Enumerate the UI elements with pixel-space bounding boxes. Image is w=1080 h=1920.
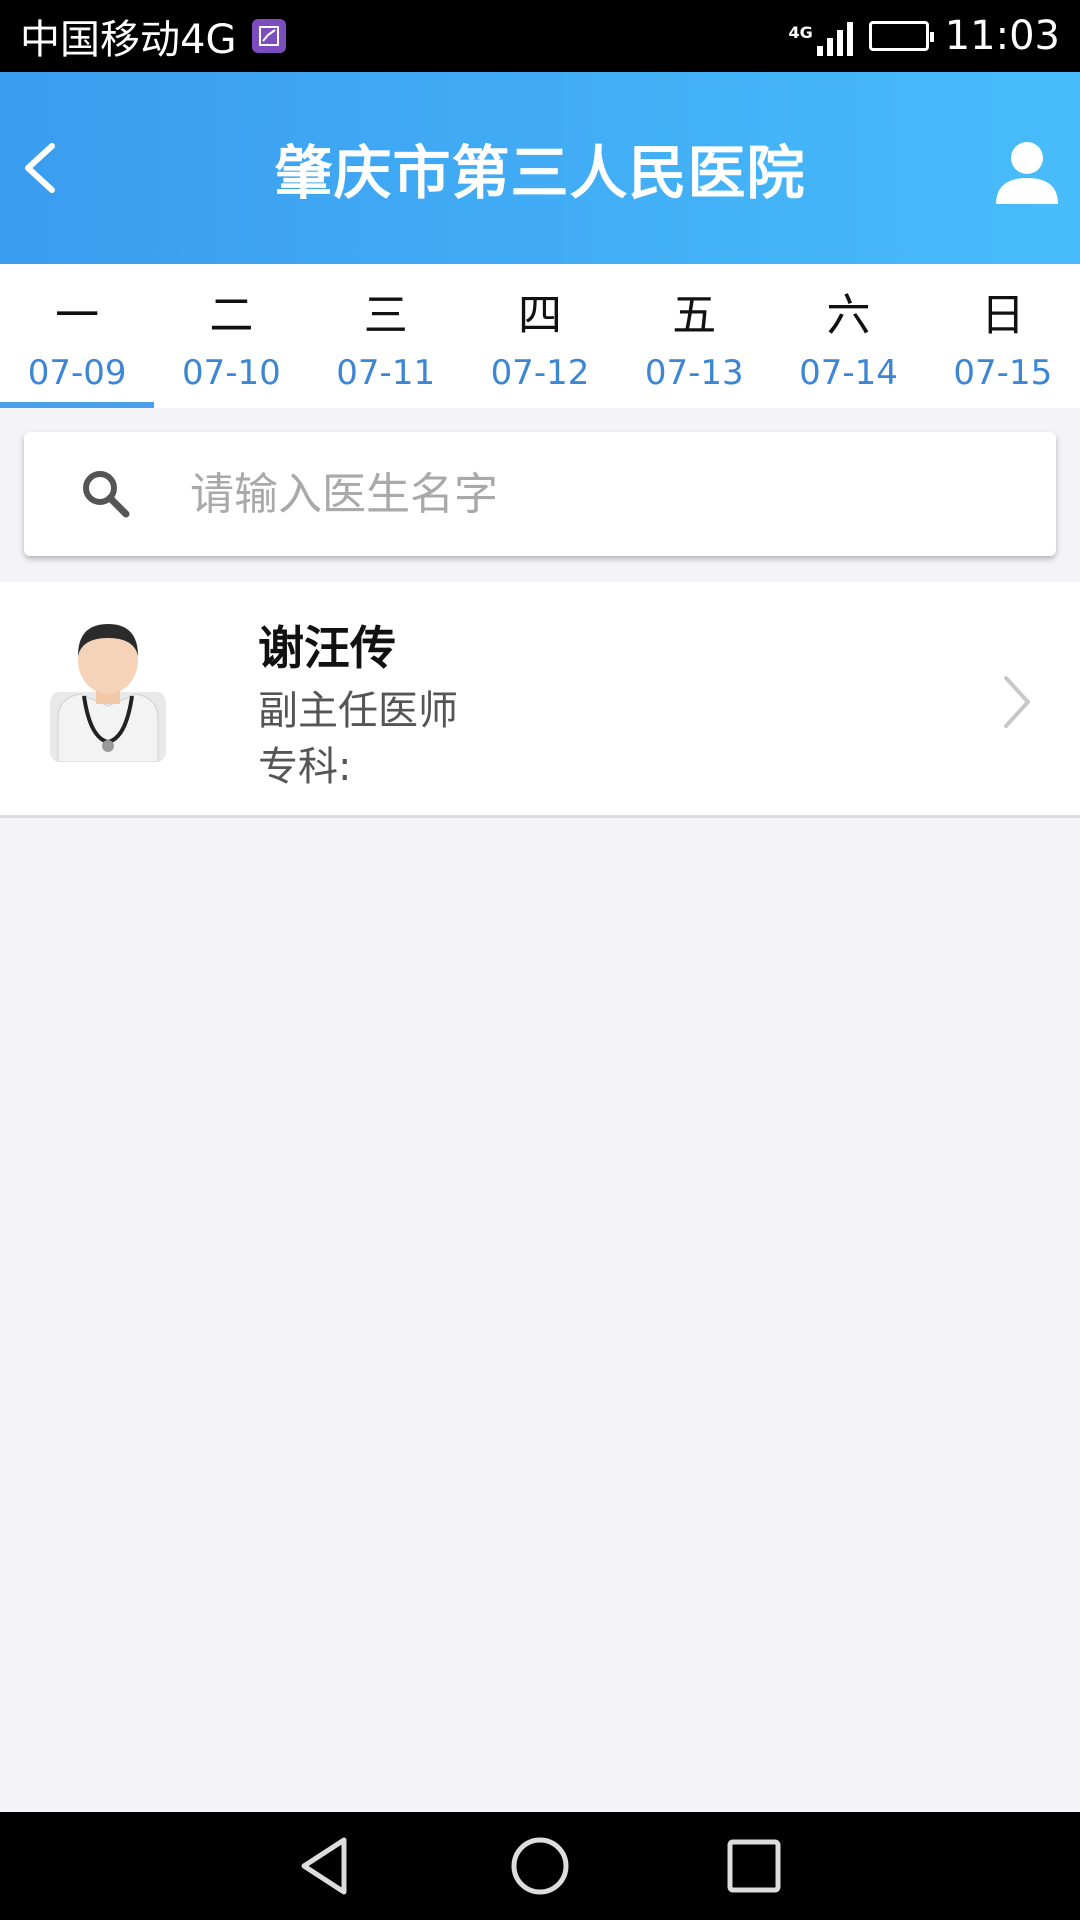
tab-weekday-label: 二	[209, 290, 254, 341]
tab-day-0709[interactable]: 一 07-09	[0, 264, 155, 408]
status-right: 4G 11:03	[788, 13, 1060, 59]
tab-day-0711[interactable]: 三 07-11	[309, 264, 463, 408]
tab-date-label: 07-12	[490, 353, 590, 393]
tab-day-0710[interactable]: 二 07-10	[154, 264, 308, 408]
tab-weekday-label: 四	[517, 290, 562, 341]
tab-date-label: 07-09	[27, 353, 127, 393]
tab-day-0712[interactable]: 四 07-12	[463, 264, 617, 408]
status-bar: 中国移动4G 4G 11:03	[0, 0, 1080, 72]
nav-home-icon[interactable]	[508, 1834, 572, 1898]
image-notification-icon	[252, 19, 287, 53]
battery-icon	[868, 21, 934, 51]
clock: 11:03	[944, 13, 1060, 59]
app-header: 肇庆市第三人民医院	[0, 72, 1080, 264]
user-icon	[996, 142, 1058, 204]
tab-weekday-label: 日	[980, 290, 1025, 341]
system-navigation-bar	[0, 1812, 1080, 1920]
user-profile-button[interactable]	[992, 138, 1062, 208]
chevron-right-icon	[1004, 676, 1030, 728]
tab-date-label: 07-10	[182, 353, 281, 393]
doctor-list-item[interactable]: 谢汪传 副主任医师 专科:	[0, 582, 1080, 818]
nav-recents-icon[interactable]	[722, 1834, 786, 1898]
nav-back-icon[interactable]	[294, 1834, 358, 1898]
tab-date-label: 07-15	[953, 353, 1053, 393]
tab-day-0714[interactable]: 六 07-14	[771, 264, 925, 408]
doctor-name: 谢汪传	[258, 621, 396, 675]
doctor-avatar	[50, 624, 166, 762]
tab-date-label: 07-14	[799, 353, 898, 393]
tab-weekday-label: 五	[672, 290, 717, 341]
tab-weekday-label: 一	[55, 290, 100, 341]
weekday-tabs: 一 07-09 二 07-10 三 07-11 四 07-12 五 07-13 …	[0, 264, 1080, 408]
doctor-specialty: 专科:	[258, 744, 352, 790]
doctor-title: 副主任医师	[258, 688, 458, 734]
doctor-search-input[interactable]	[190, 468, 970, 520]
tab-weekday-label: 三	[363, 290, 408, 341]
tab-day-0713[interactable]: 五 07-13	[617, 264, 771, 408]
status-left: 中国移动4G	[20, 7, 287, 65]
tab-weekday-label: 六	[826, 290, 871, 341]
tab-day-0715[interactable]: 日 07-15	[926, 264, 1080, 408]
carrier-label: 中国移动4G	[20, 17, 237, 63]
search-bar	[24, 432, 1056, 556]
page-title: 肇庆市第三人民医院	[274, 139, 806, 207]
signal-icon: 4G	[788, 16, 853, 56]
network-type-label: 4G	[788, 23, 813, 42]
tab-date-label: 07-13	[644, 353, 744, 393]
search-icon	[83, 471, 130, 518]
tab-date-label: 07-11	[336, 353, 436, 393]
